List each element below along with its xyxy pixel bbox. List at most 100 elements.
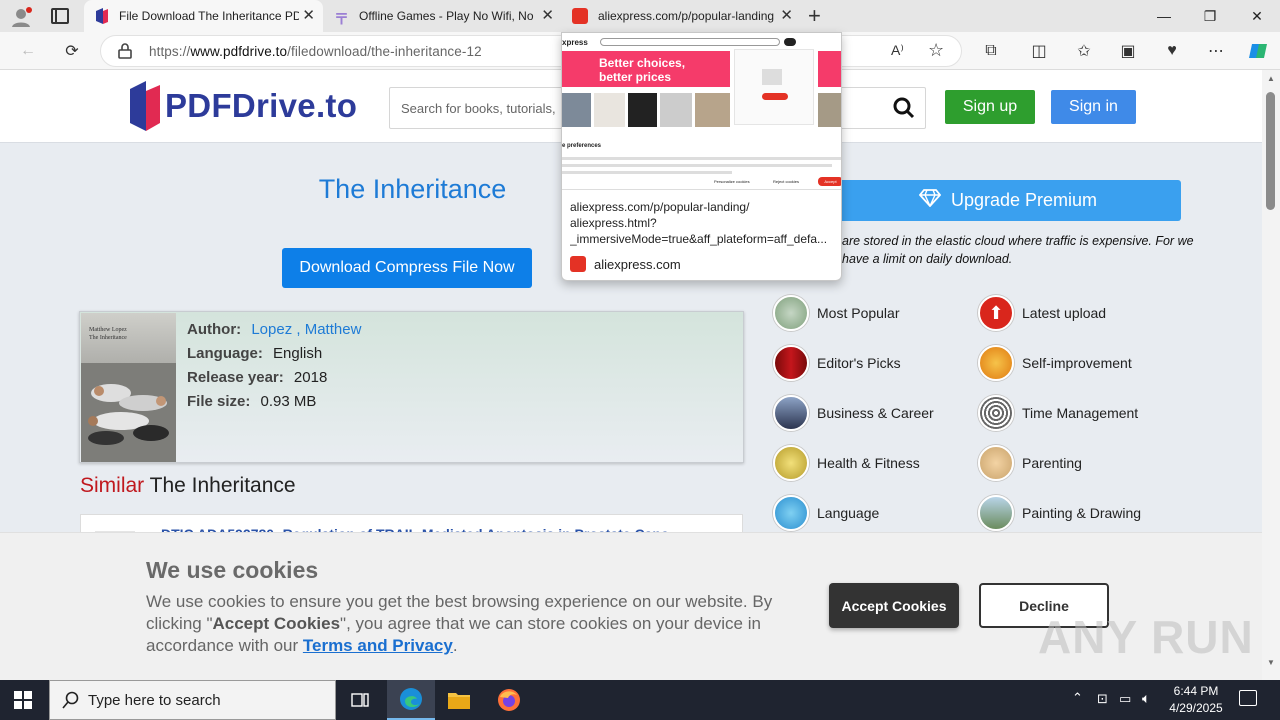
preview-accept: Accept: [818, 177, 841, 186]
favorites-icon[interactable]: ✩: [1073, 40, 1095, 62]
notifications-icon[interactable]: [1239, 690, 1257, 706]
category-label: Painting & Drawing: [1022, 505, 1142, 521]
search-icon[interactable]: [893, 97, 915, 124]
preview-domain: aliexpress.com: [594, 257, 681, 272]
language-value: English: [273, 345, 323, 362]
anyrun-watermark: ANY RUN: [1038, 611, 1254, 663]
similar-heading: Similar The Inheritance: [80, 474, 296, 498]
filesize-value: 0.93 MB: [260, 393, 317, 410]
cookie-title: We use cookies: [146, 557, 319, 583]
back-icon[interactable]: ←: [17, 40, 39, 62]
category-label: Editor's Picks: [817, 355, 901, 371]
author-link-lopez[interactable]: Lopez: [251, 321, 292, 338]
more-menu-icon[interactable]: ⋯: [1205, 40, 1227, 62]
tab-hover-preview: xpress Better choices, better prices e p…: [561, 32, 842, 281]
category-painting-drawing[interactable]: Painting & Drawing: [978, 494, 1141, 532]
signup-button[interactable]: Sign up: [945, 90, 1035, 124]
taskbar-search-placeholder: Type here to search: [88, 692, 221, 709]
lock-icon: [118, 43, 132, 59]
filesize-label: File size:: [187, 393, 251, 410]
page-scrollbar[interactable]: ▲ ▼: [1262, 70, 1280, 680]
favorite-star-icon[interactable]: ☆: [928, 40, 944, 61]
category-language[interactable]: Language: [773, 494, 879, 532]
games-favicon-icon: 〒: [334, 11, 350, 28]
category-latest-upload[interactable]: ⬆ Latest upload: [978, 294, 1106, 332]
search-icon: [62, 691, 80, 714]
minimize-button[interactable]: —: [1141, 0, 1187, 32]
performance-icon[interactable]: ♥: [1161, 40, 1183, 62]
category-label: Self-improvement: [1022, 355, 1132, 371]
category-time-management[interactable]: Time Management: [978, 394, 1138, 432]
profile-icon[interactable]: [10, 6, 32, 28]
close-tab-icon[interactable]: ✕: [780, 8, 793, 23]
tray-chevron-icon[interactable]: ⌃: [1072, 690, 1083, 706]
premium-note: are stored in the elastic cloud where tr…: [842, 234, 1194, 266]
extensions-icon[interactable]: ⧉: [980, 40, 1002, 62]
category-parenting[interactable]: Parenting: [978, 444, 1082, 482]
close-window-button[interactable]: ✕: [1234, 0, 1280, 32]
category-editors-picks[interactable]: Editor's Picks: [773, 344, 901, 382]
popular-icon: [773, 295, 809, 331]
category-label: Language: [817, 505, 880, 521]
year-row: Release year: 2018: [187, 369, 327, 386]
restore-button[interactable]: ❐: [1187, 0, 1233, 32]
read-aloud-icon[interactable]: A⁾: [891, 42, 904, 59]
signin-button[interactable]: Sign in: [1051, 90, 1136, 124]
category-most-popular[interactable]: Most Popular: [773, 294, 899, 332]
close-tab-icon[interactable]: ✕: [541, 8, 554, 23]
accept-cookies-button[interactable]: Accept Cookies: [829, 583, 959, 628]
tab-pdfdrive[interactable]: File Download The Inheritance PDF ✕: [84, 0, 323, 32]
spiral-clock-icon: [978, 395, 1014, 431]
firefox-icon[interactable]: [485, 680, 533, 720]
edge-taskbar-icon[interactable]: [387, 680, 435, 720]
taskbar-clock[interactable]: 6:44 PM 4/29/2025: [1160, 683, 1232, 717]
close-tab-icon[interactable]: ✕: [302, 8, 315, 23]
pdfdrive-logo-icon[interactable]: [130, 79, 162, 131]
task-view-icon[interactable]: [336, 680, 384, 720]
preview-reject: Reject cookies: [773, 179, 800, 184]
preview-prefs-title: e preferences: [562, 143, 602, 149]
refresh-icon[interactable]: ⟳: [61, 40, 83, 62]
preview-banner-line1: Better choices,: [599, 56, 686, 70]
premium-label: Upgrade Premium: [950, 190, 1098, 210]
author-label: Author:: [187, 321, 242, 338]
split-screen-icon[interactable]: ◫: [1028, 40, 1050, 62]
tray-network-icon[interactable]: ⊡: [1097, 691, 1108, 707]
taskbar-search-input[interactable]: Type here to search: [49, 680, 336, 720]
category-health-fitness[interactable]: Health & Fitness: [773, 444, 920, 482]
preview-url: aliexpress.com/p/popular-landing/ aliexp…: [570, 200, 828, 246]
scroll-up-icon[interactable]: ▲: [1267, 74, 1275, 83]
aliexpress-favicon-icon: [570, 256, 586, 272]
tray-volume-icon[interactable]: 🔈︎: [1142, 690, 1150, 707]
category-label: Business & Career: [817, 405, 934, 421]
speech-bubble-icon: [773, 495, 809, 531]
site-logo[interactable]: PDFDrive.to: [165, 87, 357, 125]
file-explorer-icon[interactable]: [435, 680, 483, 720]
tab-offline-games[interactable]: 〒 Offline Games - Play No Wifi, No ✕: [324, 0, 562, 32]
scrollbar-thumb[interactable]: [1266, 92, 1275, 210]
tab-actions-icon[interactable]: [51, 8, 69, 24]
copilot-icon[interactable]: [1247, 40, 1269, 62]
tab-title: aliexpress.com/p/popular-landing: [598, 9, 775, 23]
category-business-career[interactable]: Business & Career: [773, 394, 934, 432]
book-details-card: Matthew Lopez The Inheritance Author: Lo…: [79, 311, 744, 463]
author-link-matthew[interactable]: , Matthew: [296, 321, 361, 338]
category-label: Latest upload: [1022, 305, 1107, 321]
health-icon: [773, 445, 809, 481]
url-text: https://www.pdfdrive.to/filedownload/the…: [149, 44, 482, 59]
book-cover[interactable]: Matthew Lopez The Inheritance: [81, 313, 176, 462]
tray-wifi-icon[interactable]: ▭: [1119, 691, 1131, 707]
terms-privacy-link[interactable]: Terms and Privacy: [303, 636, 453, 655]
category-self-improvement[interactable]: Self-improvement: [978, 344, 1132, 382]
start-button-icon[interactable]: [14, 691, 32, 709]
tab-aliexpress[interactable]: aliexpress.com/p/popular-landing ✕: [563, 0, 801, 32]
new-tab-button[interactable]: +: [808, 3, 821, 29]
collections-icon[interactable]: ▣: [1117, 40, 1139, 62]
tab-preview-thumbnail: xpress Better choices, better prices e p…: [562, 33, 841, 190]
download-button[interactable]: Download Compress File Now: [282, 248, 532, 288]
scroll-down-icon[interactable]: ▼: [1267, 658, 1275, 667]
diamond-icon: [918, 189, 942, 212]
upgrade-premium-button[interactable]: Upgrade Premium: [835, 180, 1181, 221]
category-label: Time Management: [1022, 405, 1139, 421]
year-label: Release year:: [187, 369, 284, 386]
